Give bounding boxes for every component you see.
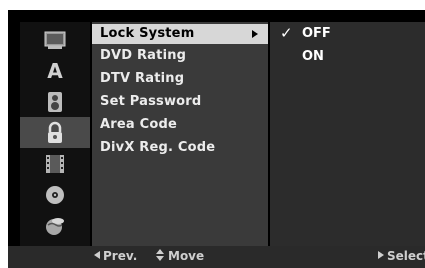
language-icon[interactable]: A	[20, 55, 90, 86]
option-on[interactable]: ON	[302, 49, 324, 64]
up-down-arrow-icon	[156, 249, 165, 261]
left-arrow-icon	[94, 251, 100, 259]
category-sidebar: A	[20, 22, 90, 246]
lock-menu: Lock System DVD Rating DTV Rating Set Pa…	[92, 22, 268, 246]
select-hint: Select	[378, 249, 425, 263]
select-label: Select	[387, 249, 425, 263]
menu-item-lock-system[interactable]: Lock System	[100, 26, 194, 41]
checkmark-icon: ✓	[280, 24, 293, 42]
submenu-arrow-icon	[252, 30, 258, 38]
disc-tray-icon[interactable]	[20, 24, 90, 55]
status-bar: Prev. Move Select	[8, 246, 425, 268]
setup-screen: A Lock System DVD Rating DTV Rating Set …	[8, 10, 425, 268]
menu-item-divx-reg-code[interactable]: DivX Reg. Code	[100, 140, 215, 155]
prev-hint: Prev.	[94, 249, 137, 263]
menu-item-set-password[interactable]: Set Password	[100, 94, 201, 109]
menu-item-dtv-rating[interactable]: DTV Rating	[100, 71, 184, 86]
prev-label: Prev.	[103, 249, 138, 263]
menu-item-area-code[interactable]: Area Code	[100, 117, 177, 132]
menu-item-dvd-rating[interactable]: DVD Rating	[100, 48, 186, 63]
move-hint: Move	[156, 249, 204, 263]
option-panel: ✓ OFF ON	[270, 22, 425, 246]
film-icon[interactable]	[20, 148, 90, 179]
move-label: Move	[168, 249, 205, 263]
disc-icon[interactable]	[20, 179, 90, 210]
globe-icon[interactable]	[20, 210, 90, 241]
option-off[interactable]: OFF	[302, 26, 331, 41]
lock-icon[interactable]	[20, 117, 90, 148]
language-glyph: A	[47, 58, 63, 83]
speaker-icon[interactable]	[20, 86, 90, 117]
right-arrow-icon	[378, 251, 384, 259]
